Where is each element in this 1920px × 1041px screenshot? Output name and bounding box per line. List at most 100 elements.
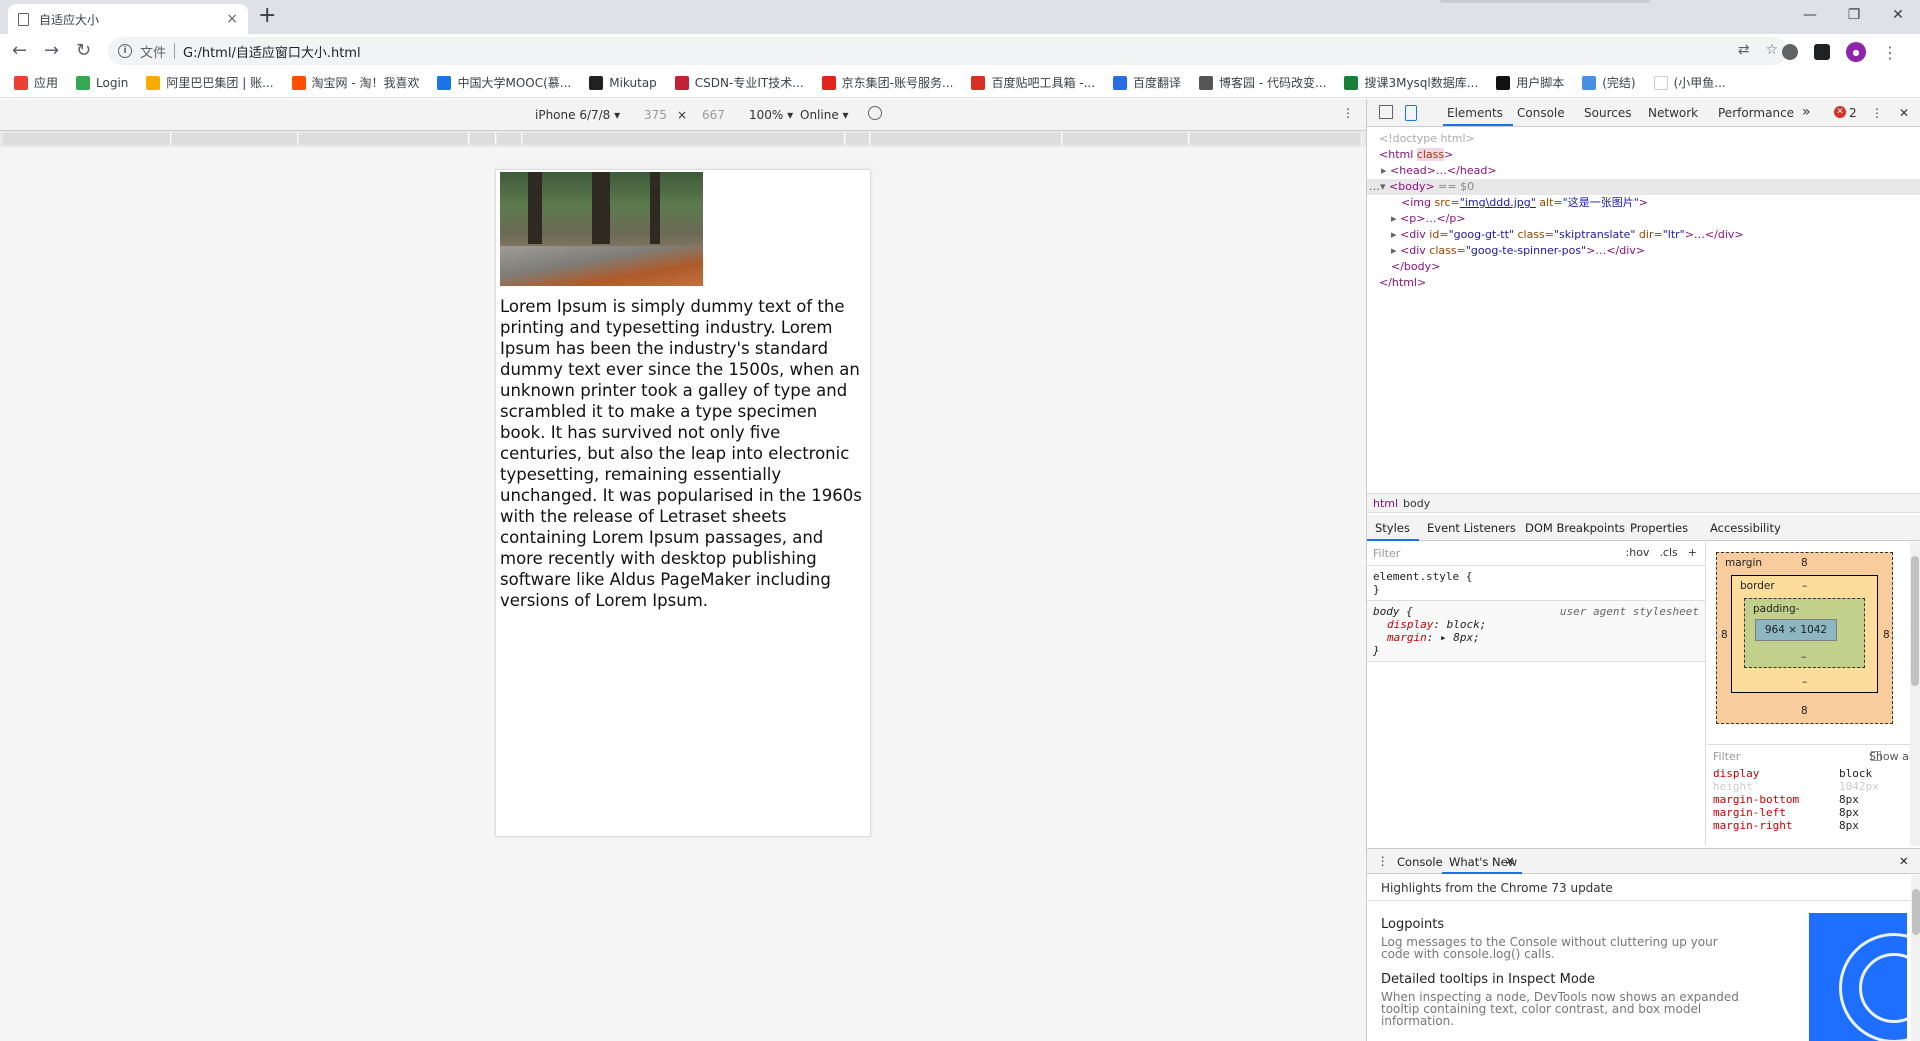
collapse-arrow-icon[interactable]: ▾: [1380, 180, 1386, 193]
box-model-content[interactable]: 964 × 1042: [1755, 619, 1837, 641]
dom-node-div[interactable]: ▸ <div id="goog-gt-tt" class="skiptransl…: [1367, 227, 1920, 243]
info-icon[interactable]: i: [118, 44, 132, 58]
bookmark-item[interactable]: 应用: [14, 74, 58, 91]
tab-console[interactable]: Console: [1517, 106, 1565, 120]
bookmark-item[interactable]: Login: [76, 75, 128, 90]
media-query-range[interactable]: [1063, 133, 1189, 145]
border-top-value[interactable]: –: [1802, 580, 1807, 592]
media-query-range[interactable]: [1190, 133, 1362, 145]
whats-new-item-title[interactable]: Detailed tooltips in Inspect Mode: [1381, 972, 1741, 987]
devtools-menu-icon[interactable]: ⋮: [1871, 106, 1883, 120]
computed-row[interactable]: margin-left 8px: [1707, 806, 1920, 819]
box-model-padding[interactable]: padding- – 964 × 1042: [1744, 598, 1865, 668]
tab-elements[interactable]: Elements: [1447, 106, 1503, 120]
drawer-tab-console[interactable]: Console: [1397, 855, 1443, 869]
bookmark-item[interactable]: 搜课3Mysql数据库...: [1344, 74, 1478, 91]
minimize-button[interactable]: —: [1788, 0, 1832, 30]
computed-row[interactable]: margin-right 8px: [1707, 819, 1920, 832]
box-model-margin[interactable]: margin 8 8 8 8 border – – padding- – 964…: [1716, 552, 1893, 724]
extension-icon[interactable]: [1782, 44, 1798, 60]
avatar[interactable]: ●: [1846, 42, 1866, 62]
bookmark-item[interactable]: Mikutap: [589, 75, 657, 90]
tab-styles[interactable]: Styles: [1375, 521, 1410, 535]
margin-right-value[interactable]: 8: [1883, 629, 1890, 641]
media-query-range[interactable]: [299, 133, 469, 145]
expand-arrow-icon[interactable]: ▸: [1391, 244, 1397, 257]
margin-top-value[interactable]: 8: [1801, 557, 1808, 569]
styles-filter-input[interactable]: Filter: [1373, 547, 1400, 560]
width-input[interactable]: 375: [644, 108, 667, 122]
translate-icon[interactable]: ⇄: [1738, 42, 1750, 58]
dom-node-doctype[interactable]: <!doctype html>: [1367, 131, 1920, 147]
height-input[interactable]: 667: [702, 108, 725, 122]
dom-node-html-close[interactable]: </html>: [1367, 275, 1920, 291]
tab-performance[interactable]: Performance: [1718, 106, 1794, 120]
extension-icon[interactable]: [1814, 44, 1830, 60]
dom-node-head[interactable]: ▸ <head>…</head>: [1367, 163, 1920, 179]
media-query-range[interactable]: [871, 133, 1062, 145]
computed-row[interactable]: height 1042px: [1707, 780, 1920, 793]
hov-button[interactable]: :hov: [1626, 546, 1650, 559]
expand-arrow-icon[interactable]: ▸: [1391, 212, 1397, 225]
bookmark-star-icon[interactable]: ☆: [1765, 42, 1778, 58]
tab-accessibility[interactable]: Accessibility: [1710, 521, 1781, 535]
bookmark-item[interactable]: 用户脚本: [1496, 74, 1564, 91]
bookmark-item[interactable]: 淘宝网 - 淘！我喜欢: [291, 74, 419, 91]
attr-value-link[interactable]: "img\ddd.jpg": [1460, 196, 1536, 209]
media-query-bar[interactable]: [0, 131, 1366, 147]
dom-tree[interactable]: <!doctype html> <html class> ▸ <head>…</…: [1367, 131, 1920, 491]
bookmark-item[interactable]: 中国大学MOOC(慕...: [437, 74, 571, 91]
bookmark-item[interactable]: (完结): [1582, 74, 1636, 91]
media-query-range[interactable]: [3, 133, 171, 145]
dom-node-div[interactable]: ▸ <div class="goog-te-spinner-pos">…</di…: [1367, 243, 1920, 259]
dom-node-body[interactable]: …▾ <body> == $0: [1367, 179, 1920, 195]
drawer-menu-icon[interactable]: ⋮: [1377, 854, 1389, 868]
bookmark-item[interactable]: 阿里巴巴集团 | 账...: [146, 74, 274, 91]
media-query-range[interactable]: [470, 133, 496, 145]
breadcrumb-body[interactable]: body: [1403, 497, 1430, 510]
tab-event-listeners[interactable]: Event Listeners: [1427, 521, 1516, 535]
media-query-range[interactable]: [497, 133, 522, 145]
scrollbar[interactable]: [1910, 542, 1920, 846]
forward-button[interactable]: →: [44, 40, 59, 61]
dom-node-p[interactable]: ▸ <p>…</p>: [1367, 211, 1920, 227]
expand-arrow-icon[interactable]: ▸: [1381, 164, 1387, 177]
network-select[interactable]: Online ▾: [800, 108, 849, 122]
bookmark-item[interactable]: CSDN-专业IT技术...: [674, 74, 804, 91]
media-query-range[interactable]: [523, 133, 845, 145]
more-options-icon[interactable]: ⋮: [1342, 106, 1354, 120]
address-bar[interactable]: i 文件 G:/html/自适应窗口大小.html ⇄ ☆: [108, 37, 1788, 65]
device-toggle-icon[interactable]: [1405, 105, 1417, 121]
inspect-icon[interactable]: [1379, 105, 1393, 119]
bookmark-item[interactable]: 百度贴吧工具箱 -...: [971, 74, 1095, 91]
cls-button[interactable]: .cls: [1659, 546, 1677, 559]
scrollbar-thumb[interactable]: [1911, 556, 1919, 686]
border-bottom-value[interactable]: –: [1802, 676, 1807, 688]
expand-arrow-icon[interactable]: ▸: [1391, 228, 1397, 241]
browser-tab[interactable]: 自适应大小 ×: [8, 4, 248, 34]
whats-new-item-title[interactable]: Logpoints: [1381, 917, 1741, 932]
padding-bottom-value[interactable]: –: [1801, 651, 1806, 663]
error-icon[interactable]: ✕: [1834, 106, 1846, 118]
close-window-button[interactable]: ✕: [1876, 0, 1920, 30]
tab-properties[interactable]: Properties: [1630, 521, 1688, 535]
new-tab-button[interactable]: +: [258, 3, 276, 28]
drawer-close-icon[interactable]: ✕: [1899, 854, 1909, 868]
scrollbar-thumb[interactable]: [1912, 889, 1920, 935]
bookmark-item[interactable]: 京东集团-账号服务...: [821, 74, 953, 91]
breadcrumb-html[interactable]: html: [1373, 497, 1398, 510]
restore-button[interactable]: ❐: [1832, 0, 1876, 30]
media-query-range[interactable]: [172, 133, 298, 145]
tab-network[interactable]: Network: [1648, 106, 1698, 120]
computed-row[interactable]: margin-bottom 8px: [1707, 793, 1920, 806]
device-select[interactable]: iPhone 6/7/8 ▾: [535, 108, 620, 122]
menu-icon[interactable]: ⋮: [1882, 43, 1898, 62]
body-rule[interactable]: body { user agent stylesheet display: bl…: [1367, 601, 1705, 662]
reload-button[interactable]: ↻: [76, 40, 91, 61]
dom-node-html[interactable]: <html class>: [1367, 147, 1920, 163]
box-model-border[interactable]: border – – padding- – 964 × 1042: [1731, 575, 1878, 693]
bookmark-item[interactable]: 百度翻译: [1113, 74, 1181, 91]
element-style-rule[interactable]: element.style { }: [1367, 566, 1705, 601]
tab-dom-breakpoints[interactable]: DOM Breakpoints: [1525, 521, 1625, 535]
back-button[interactable]: ←: [12, 40, 27, 61]
